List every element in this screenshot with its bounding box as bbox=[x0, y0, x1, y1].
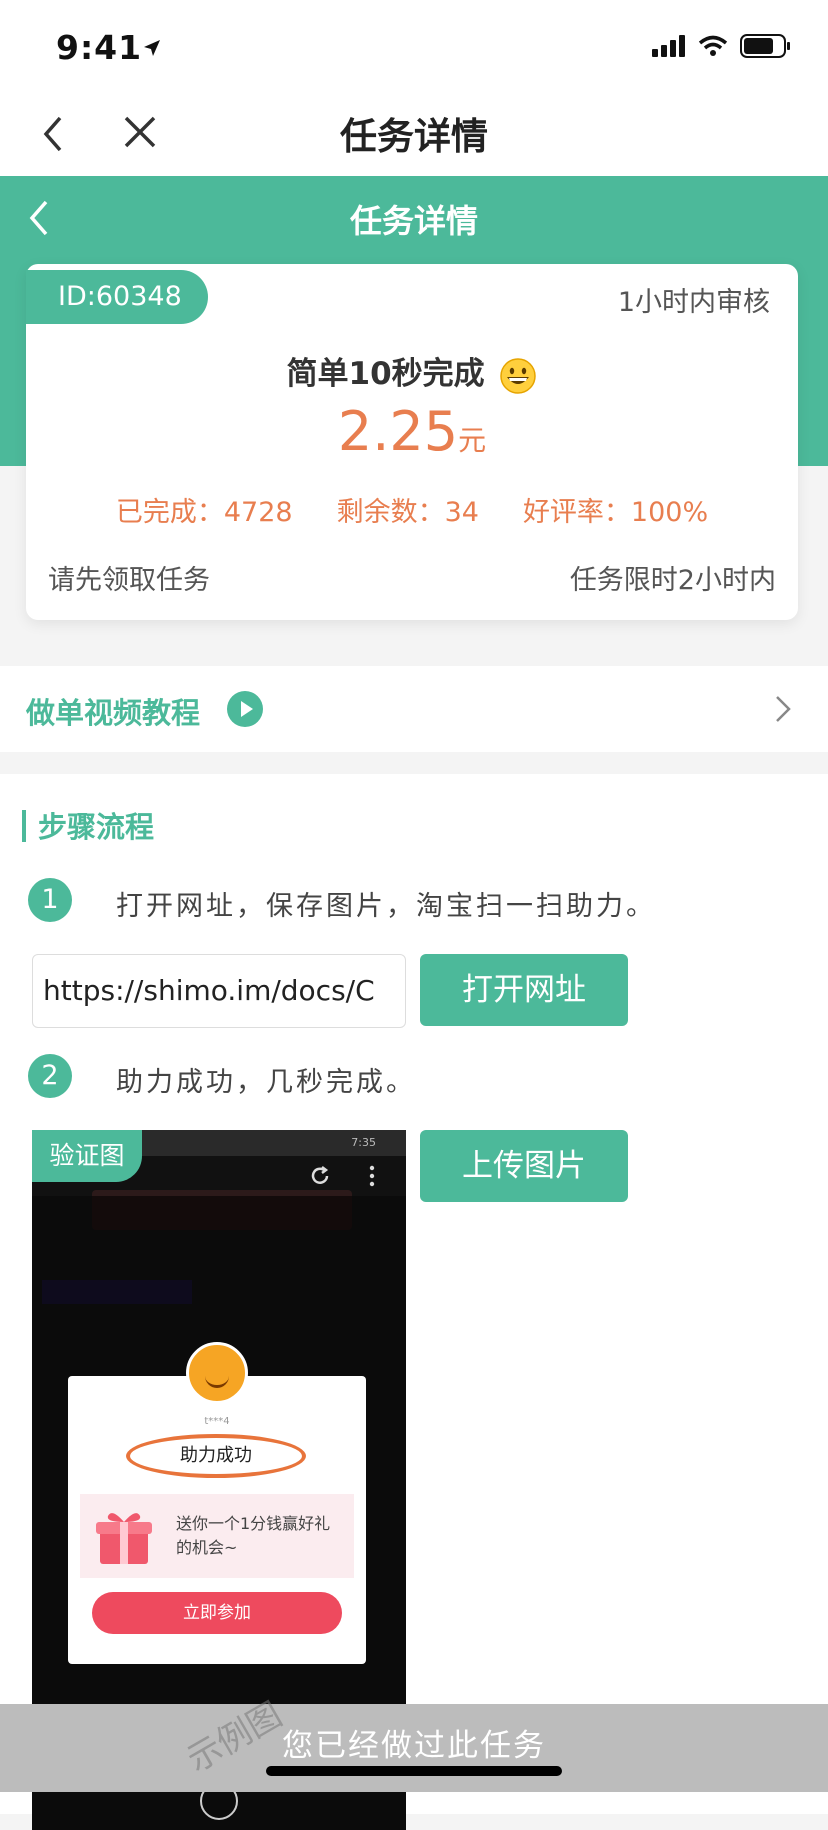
remaining-count: 剩余数：34 bbox=[336, 497, 479, 528]
page-title: 任务详情 bbox=[349, 202, 478, 240]
popup-username: t***4 bbox=[204, 1416, 230, 1427]
popup-success-text: 助力成功 bbox=[126, 1434, 306, 1478]
upload-image-button[interactable]: 上传图片 bbox=[420, 1130, 628, 1202]
video-tutorial-row[interactable]: 做单视频教程 bbox=[0, 666, 828, 752]
tutorial-label: 做单视频教程 bbox=[26, 696, 201, 730]
url-field[interactable]: https://shimo.im/docs/C bbox=[32, 954, 406, 1028]
success-popup: t***4 助力成功 送你一个1分钱赢好礼的机会~ 立即参加 bbox=[68, 1376, 366, 1664]
home-indicator bbox=[266, 1766, 562, 1776]
task-name-text: 简单10秒完成 bbox=[286, 356, 485, 392]
proof-label: 验证图 bbox=[32, 1130, 142, 1182]
task-name: 简单10秒完成 bbox=[26, 348, 798, 395]
task-price: 2.25元 bbox=[26, 400, 798, 463]
webview-nav-bar: 任务详情 bbox=[0, 92, 828, 176]
gift-text: 送你一个1分钱赢好礼的机会~ bbox=[176, 1514, 331, 1557]
gift-box: 送你一个1分钱赢好礼的机会~ bbox=[80, 1494, 354, 1578]
price-value: 2.25 bbox=[337, 400, 459, 463]
status-bar: 9:41 bbox=[0, 0, 828, 92]
chevron-right-icon bbox=[776, 696, 791, 722]
price-unit: 元 bbox=[458, 424, 487, 457]
rating: 好评率：100% bbox=[522, 497, 709, 528]
nav-title: 任务详情 bbox=[340, 115, 488, 158]
battery-icon bbox=[740, 34, 790, 58]
step-text: 打开网址，保存图片，淘宝扫一扫助力。 bbox=[116, 891, 656, 922]
join-now-button: 立即参加 bbox=[92, 1592, 342, 1634]
task-done-bar[interactable]: 您已经做过此任务 bbox=[0, 1704, 828, 1792]
status-time: 9:41 bbox=[56, 28, 143, 67]
step-text: 助力成功，几秒完成。 bbox=[116, 1067, 416, 1098]
completed-count: 已完成：4728 bbox=[115, 497, 293, 528]
step-number: 2 bbox=[28, 1054, 72, 1098]
steps-section: 步骤流程 1 打开网址，保存图片，淘宝扫一扫助力。 https://shimo.… bbox=[0, 774, 828, 1830]
section-marker bbox=[22, 810, 26, 842]
status-icons bbox=[652, 34, 792, 58]
refresh-icon bbox=[311, 1166, 329, 1184]
time-limit: 任务限时2小时内 bbox=[569, 565, 776, 596]
signal-icon bbox=[652, 35, 685, 57]
open-url-button[interactable]: 打开网址 bbox=[420, 954, 628, 1026]
steps-title: 步骤流程 bbox=[38, 810, 155, 844]
grinning-face-icon bbox=[500, 357, 537, 394]
claim-hint: 请先领取任务 bbox=[48, 565, 210, 596]
more-icon bbox=[369, 1165, 375, 1187]
location-arrow-icon bbox=[144, 40, 160, 56]
task-card: ID:60348 1小时内审核 简单10秒完成 2.25元 已完成：4728 剩… bbox=[26, 264, 798, 620]
play-icon bbox=[227, 691, 263, 727]
gift-icon bbox=[96, 1513, 152, 1564]
review-time: 1小时内审核 bbox=[617, 287, 770, 318]
wifi-icon bbox=[698, 35, 728, 56]
step-number: 1 bbox=[28, 878, 72, 922]
task-stats: 已完成：4728 剩余数：34 好评率：100% bbox=[26, 490, 798, 529]
mascot-avatar bbox=[186, 1342, 248, 1404]
task-id-badge: ID:60348 bbox=[26, 270, 208, 324]
